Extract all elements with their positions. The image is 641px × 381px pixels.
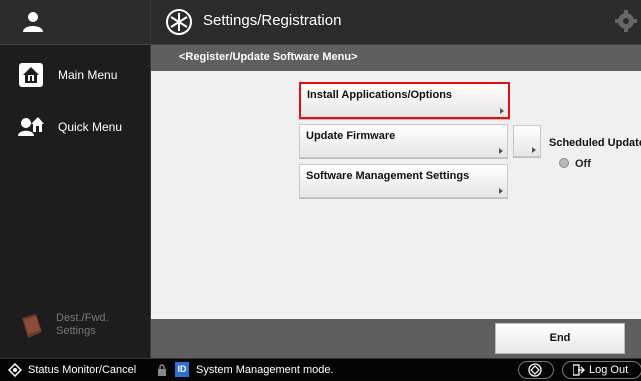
status-text: Off: [575, 158, 591, 170]
settings-registration-icon: [166, 9, 192, 35]
user-area[interactable]: [0, 0, 150, 45]
user-icon: [23, 12, 43, 32]
dest-fwd-label: Dest./Fwd. Settings: [56, 312, 109, 338]
header: Settings/Registration: [151, 0, 641, 45]
chevron-right-icon: [532, 147, 536, 153]
network-icon: [528, 363, 542, 377]
status-bar: Status Monitor/Cancel ID System Manageme…: [0, 358, 641, 381]
button-label: Update Firmware: [306, 130, 396, 142]
sidebar-item-main-menu[interactable]: Main Menu: [0, 56, 150, 96]
page-title: Settings/Registration: [203, 12, 342, 29]
main-content: Install Applications/Options Update Firm…: [151, 71, 641, 319]
id-badge: ID: [175, 362, 189, 377]
logout-label: Log Out: [589, 364, 629, 376]
end-button[interactable]: End: [495, 323, 625, 354]
status-dot-icon: [559, 158, 569, 168]
button-label: Software Management Settings: [306, 170, 470, 182]
logout-icon: [573, 364, 585, 376]
network-status-button[interactable]: [518, 361, 554, 379]
update-firmware-button[interactable]: Update Firmware: [299, 124, 508, 158]
book-icon: [22, 314, 42, 338]
dest-label-line1: Dest./Fwd.: [56, 312, 109, 324]
mode-text: System Management mode.: [196, 364, 334, 376]
status-monitor-cancel-button[interactable]: Status Monitor/Cancel: [0, 359, 150, 381]
software-management-settings-button[interactable]: Software Management Settings: [299, 164, 508, 198]
scheduled-update-button[interactable]: [513, 125, 541, 157]
home-icon: [19, 63, 43, 87]
status-monitor-icon: [8, 363, 22, 377]
sidebar-item-label: Quick Menu: [58, 120, 123, 134]
button-label: Install Applications/Options: [307, 89, 453, 101]
sidebar-item-label: Main Menu: [58, 68, 118, 82]
gear-icon[interactable]: [615, 10, 637, 32]
install-applications-options-button[interactable]: Install Applications/Options: [299, 82, 510, 119]
dest-label-line2: Settings: [56, 325, 96, 337]
bottom-bar: End: [151, 319, 641, 358]
status-monitor-label: Status Monitor/Cancel: [28, 364, 137, 376]
scheduled-update-label: Scheduled Update: [549, 137, 641, 149]
dest-fwd-settings-button[interactable]: Dest./Fwd. Settings: [18, 308, 148, 348]
breadcrumb: <Register/Update Software Menu>: [151, 45, 641, 71]
sidebar: Main Menu Quick Menu Dest./Fwd. Settings: [0, 0, 151, 358]
chevron-right-icon: [500, 108, 504, 114]
breadcrumb-text: <Register/Update Software Menu>: [179, 51, 358, 63]
quick-menu-icon: [18, 117, 44, 136]
screen: Main Menu Quick Menu Dest./Fwd.Settings: [0, 0, 641, 381]
chevron-right-icon: [499, 188, 503, 194]
logout-button[interactable]: Log Out: [562, 361, 641, 379]
sidebar-item-quick-menu[interactable]: Quick Menu: [0, 108, 150, 148]
lock-icon: [158, 364, 166, 376]
chevron-right-icon: [499, 148, 503, 154]
scheduled-update-status: Off: [559, 158, 591, 170]
